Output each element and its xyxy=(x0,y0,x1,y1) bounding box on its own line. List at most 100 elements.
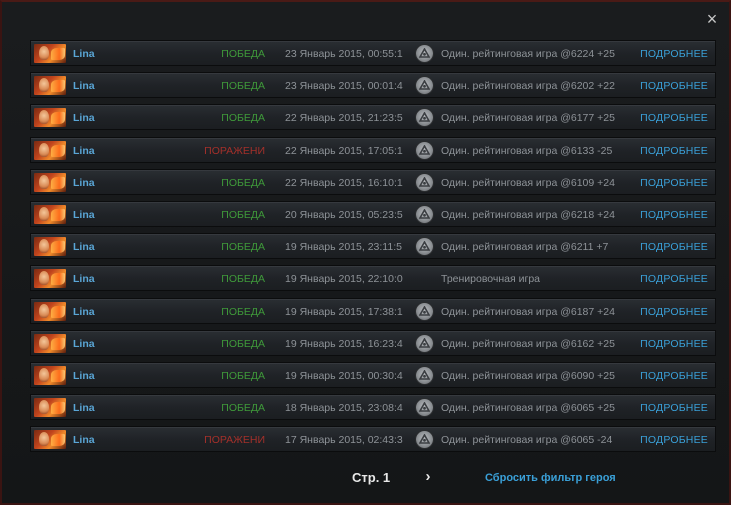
lina-portrait-icon xyxy=(34,365,66,385)
details-link[interactable]: ПОДРОБНЕЕ xyxy=(640,338,708,350)
match-result: ПОБЕДА xyxy=(221,369,265,382)
match-result: ПОБЕДА xyxy=(221,112,265,125)
match-date: 19 Январь 2015, 23:11:5 xyxy=(285,241,402,254)
lina-portrait-icon xyxy=(34,430,66,450)
match-row[interactable]: Lina ПОБЕДА 19 Январь 2015, 00:30:4 Один. р… xyxy=(30,361,716,388)
lina-portrait-icon xyxy=(34,76,66,96)
match-date: 22 Январь 2015, 21:23:5 xyxy=(285,112,403,125)
hero-name: Lina xyxy=(73,112,95,125)
details-link[interactable]: ПОДРОБНЕЕ xyxy=(640,48,708,60)
game-mode: Один. рейтинговая игра @6109 +24 xyxy=(441,176,615,189)
match-list: Lina ПОБЕДА 23 Январь 2015, 00:55:1 Один. р… xyxy=(30,40,716,458)
match-row[interactable]: Lina ПОБЕДА 19 Январь 2015, 22:10:0 Трениро… xyxy=(30,265,716,292)
ranked-medal-icon xyxy=(416,109,433,127)
match-result: ПОБЕДА xyxy=(221,80,265,93)
game-mode: Один. рейтинговая игра @6187 +24 xyxy=(441,305,615,318)
ranked-medal-icon xyxy=(416,238,433,256)
lina-portrait-icon xyxy=(34,269,66,289)
match-date: 23 Январь 2015, 00:01:4 xyxy=(285,80,403,93)
hero-name: Lina xyxy=(73,144,95,157)
details-link[interactable]: ПОДРОБНЕЕ xyxy=(640,402,708,414)
match-result: ПОРАЖЕНИ xyxy=(204,434,265,447)
match-row[interactable]: Lina ПОБЕДА 23 Январь 2015, 00:01:4 Один. р… xyxy=(30,72,716,99)
hero-name: Lina xyxy=(73,241,95,254)
ranked-medal-icon xyxy=(416,366,433,384)
hero-name: Lina xyxy=(73,48,95,60)
game-mode: Один. рейтинговая игра @6065 -24 xyxy=(441,434,613,447)
match-row[interactable]: Lina ПОБЕДА 22 Январь 2015, 16:10:1 Один. р… xyxy=(30,168,716,195)
reset-hero-filter-link[interactable]: Сбросить фильтр героя xyxy=(485,472,616,484)
ranked-medal-icon xyxy=(416,173,433,191)
match-date: 18 Январь 2015, 23:08:4 xyxy=(285,402,403,415)
lina-portrait-icon xyxy=(34,108,66,128)
lina-portrait-icon xyxy=(34,44,66,63)
details-link[interactable]: ПОДРОБНЕЕ xyxy=(640,145,708,157)
hero-name: Lina xyxy=(73,80,95,93)
game-mode: Один. рейтинговая игра @6133 -25 xyxy=(441,144,613,157)
lina-portrait-icon xyxy=(34,140,66,160)
match-date: 20 Январь 2015, 05:23:5 xyxy=(285,208,403,221)
page-indicator: Стр. 1 xyxy=(352,470,391,485)
details-link[interactable]: ПОДРОБНЕЕ xyxy=(640,112,708,124)
ranked-medal-icon xyxy=(416,45,433,62)
lina-portrait-icon xyxy=(34,172,66,192)
ranked-medal-icon xyxy=(416,302,433,320)
ranked-medal-icon xyxy=(416,431,433,449)
match-row[interactable]: Lina ПОБЕДА 23 Январь 2015, 00:55:1 Один. р… xyxy=(30,40,716,66)
match-date: 22 Январь 2015, 17:05:1 xyxy=(285,144,403,157)
game-mode: Один. рейтинговая игра @6065 +25 xyxy=(441,402,615,415)
lina-portrait-icon xyxy=(34,333,66,353)
match-row[interactable]: Lina ПОБЕДА 18 Январь 2015, 23:08:4 Один. р… xyxy=(30,394,716,421)
match-result: ПОБЕДА xyxy=(221,176,265,189)
match-history-panel: × Lina ПОБЕДА 23 Январь 2015, 00:55:1 Один.… xyxy=(0,0,731,505)
hero-name: Lina xyxy=(73,208,95,221)
match-row[interactable]: Lina ПОБЕДА 19 Январь 2015, 23:11:5 Один. р… xyxy=(30,233,716,260)
ranked-medal-icon xyxy=(416,399,433,417)
match-result: ПОБЕДА xyxy=(221,305,265,318)
match-result: ПОБЕДА xyxy=(221,48,265,60)
game-mode: Один. рейтинговая игра @6211 +7 xyxy=(441,241,609,254)
match-result: ПОРАЖЕНИ xyxy=(204,144,265,157)
game-mode: Один. рейтинговая игра @6177 +25 xyxy=(441,112,615,125)
match-date: 19 Январь 2015, 17:38:1 xyxy=(285,305,403,318)
match-row[interactable]: Lina ПОБЕДА 19 Январь 2015, 17:38:1 Один. р… xyxy=(30,297,716,324)
lina-portrait-icon xyxy=(34,204,66,224)
details-link[interactable]: ПОДРОБНЕЕ xyxy=(640,80,708,92)
match-result: ПОБЕДА xyxy=(221,273,265,286)
match-result: ПОБЕДА xyxy=(221,337,265,350)
ranked-medal-icon xyxy=(416,77,433,95)
game-mode: Один. рейтинговая игра @6218 +24 xyxy=(441,208,615,221)
ranked-medal-icon xyxy=(416,334,433,352)
match-row[interactable]: Lina ПОРАЖЕНИ 22 Январь 2015, 17:05:1 Один.… xyxy=(30,136,716,163)
details-link[interactable]: ПОДРОБНЕЕ xyxy=(640,370,708,382)
details-link[interactable]: ПОДРОБНЕЕ xyxy=(640,434,708,446)
game-mode: Один. рейтинговая игра @6090 +25 xyxy=(441,369,615,382)
match-result: ПОБЕДА xyxy=(221,402,265,415)
game-mode: Один. рейтинговая игра @6202 +22 xyxy=(441,80,615,93)
match-date: 23 Январь 2015, 00:55:1 xyxy=(285,48,403,60)
next-page-arrow-icon[interactable]: › xyxy=(420,468,436,486)
details-link[interactable]: ПОДРОБНЕЕ xyxy=(640,273,708,285)
game-mode: Один. рейтинговая игра @6162 +25 xyxy=(441,337,615,350)
details-link[interactable]: ПОДРОБНЕЕ xyxy=(640,209,708,221)
match-date: 22 Январь 2015, 16:10:1 xyxy=(285,176,403,189)
match-row[interactable]: Lina ПОБЕДА 20 Январь 2015, 05:23:5 Один. р… xyxy=(30,200,716,227)
hero-name: Lina xyxy=(73,434,95,447)
hero-name: Lina xyxy=(73,402,95,415)
hero-name: Lina xyxy=(73,273,95,286)
ranked-medal-icon xyxy=(416,141,433,159)
details-link[interactable]: ПОДРОБНЕЕ xyxy=(640,177,708,189)
match-row[interactable]: Lina ПОРАЖЕНИ 17 Январь 2015, 02:43:3 Один.… xyxy=(30,426,716,453)
hero-name: Lina xyxy=(73,369,95,382)
game-mode: Тренировочная игра xyxy=(441,273,541,286)
close-icon[interactable]: × xyxy=(704,10,720,28)
lina-portrait-icon xyxy=(34,301,66,321)
match-row[interactable]: Lina ПОБЕДА 19 Январь 2015, 16:23:4 Один. р… xyxy=(30,329,716,356)
details-link[interactable]: ПОДРОБНЕЕ xyxy=(640,306,708,318)
match-row[interactable]: Lina ПОБЕДА 22 Январь 2015, 21:23:5 Один. р… xyxy=(30,104,716,131)
match-date: 19 Январь 2015, 22:10:0 xyxy=(285,273,403,286)
match-date: 19 Январь 2015, 00:30:4 xyxy=(285,369,403,382)
hero-name: Lina xyxy=(73,305,95,318)
details-link[interactable]: ПОДРОБНЕЕ xyxy=(640,241,708,253)
hero-name: Lina xyxy=(73,337,95,350)
